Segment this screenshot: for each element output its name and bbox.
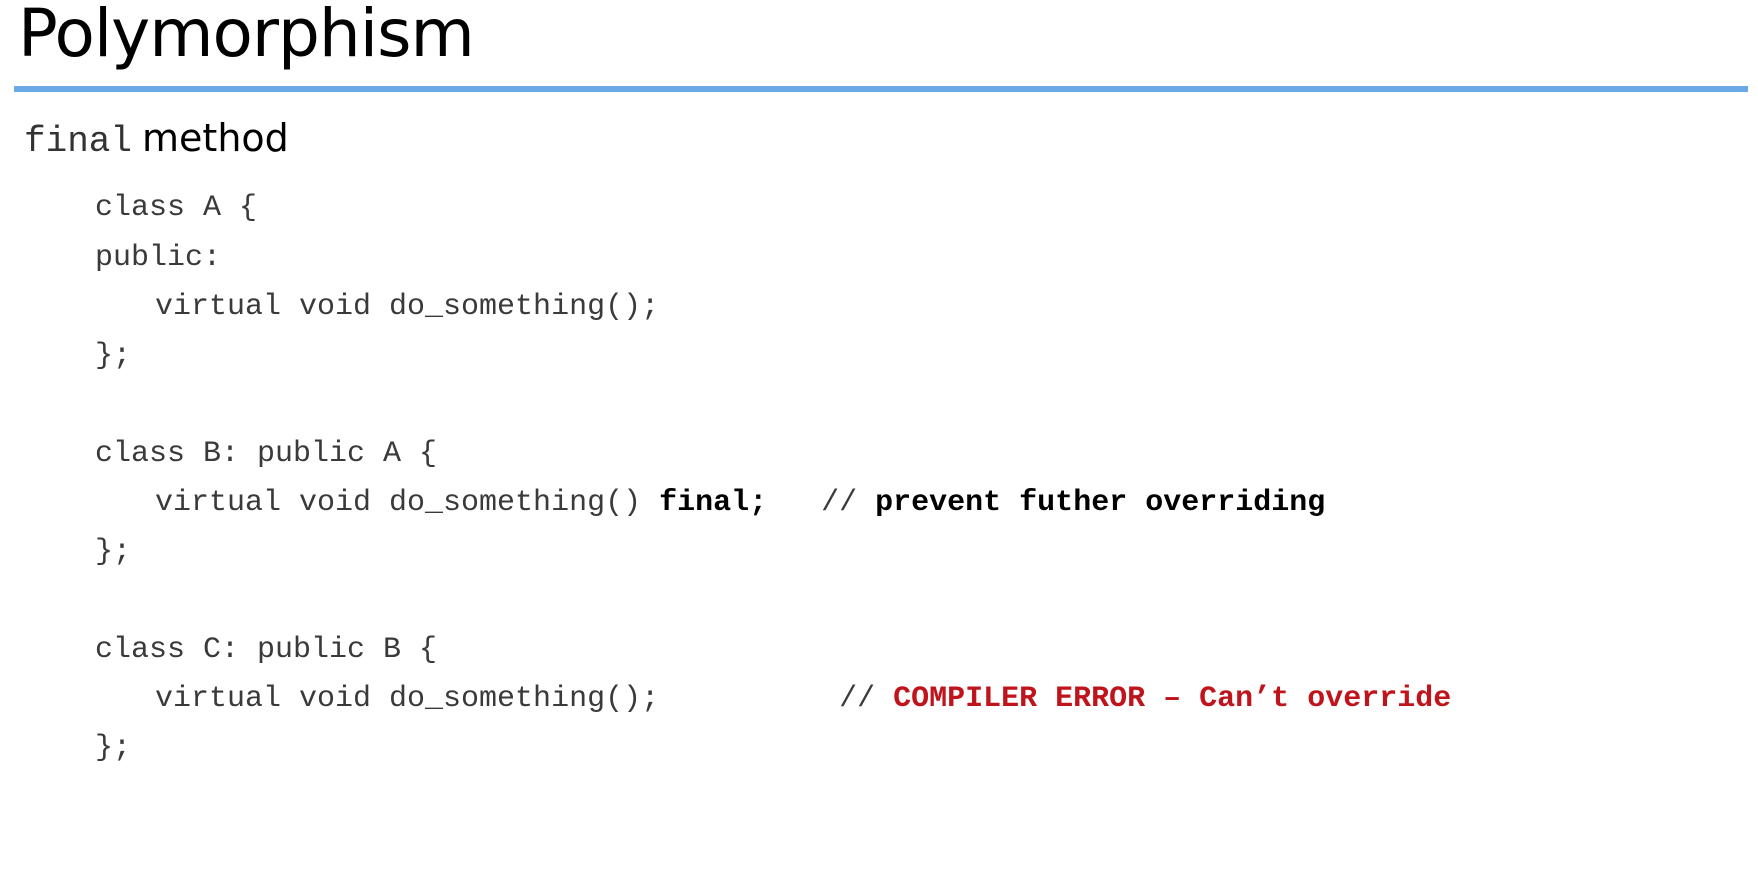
code-line-9-code: virtual void do_something(); //: [155, 682, 894, 716]
slide-subtitle: final method: [24, 116, 289, 162]
code-line-6: virtual void do_something() final; // pr…: [155, 485, 1325, 521]
slide: Polymorphism final method class A { publi…: [0, 0, 1758, 872]
comment-marker: //: [767, 486, 876, 520]
title-divider: [14, 86, 1748, 92]
code-line-4: };: [95, 339, 132, 373]
code-line-8: class C: public B {: [95, 633, 438, 667]
code-line-3: virtual void do_something();: [155, 290, 660, 324]
code-line-1: class A {: [95, 191, 258, 225]
code-line-2: public:: [95, 241, 222, 275]
subtitle-text: method: [142, 116, 289, 160]
code-line-7: };: [95, 535, 132, 569]
subtitle-keyword: final: [24, 121, 133, 162]
code-line-5: class B: public A {: [95, 437, 438, 471]
compiler-error-comment: COMPILER ERROR – Can’t override: [893, 682, 1452, 716]
code-line-6-code: virtual void do_something(): [155, 486, 660, 520]
page-title: Polymorphism: [18, 0, 475, 72]
final-keyword: final;: [659, 486, 768, 520]
code-line-10: };: [95, 731, 132, 765]
code-line-9: virtual void do_something(); // COMPILER…: [155, 681, 1451, 717]
override-comment: prevent futher overriding: [875, 486, 1326, 520]
